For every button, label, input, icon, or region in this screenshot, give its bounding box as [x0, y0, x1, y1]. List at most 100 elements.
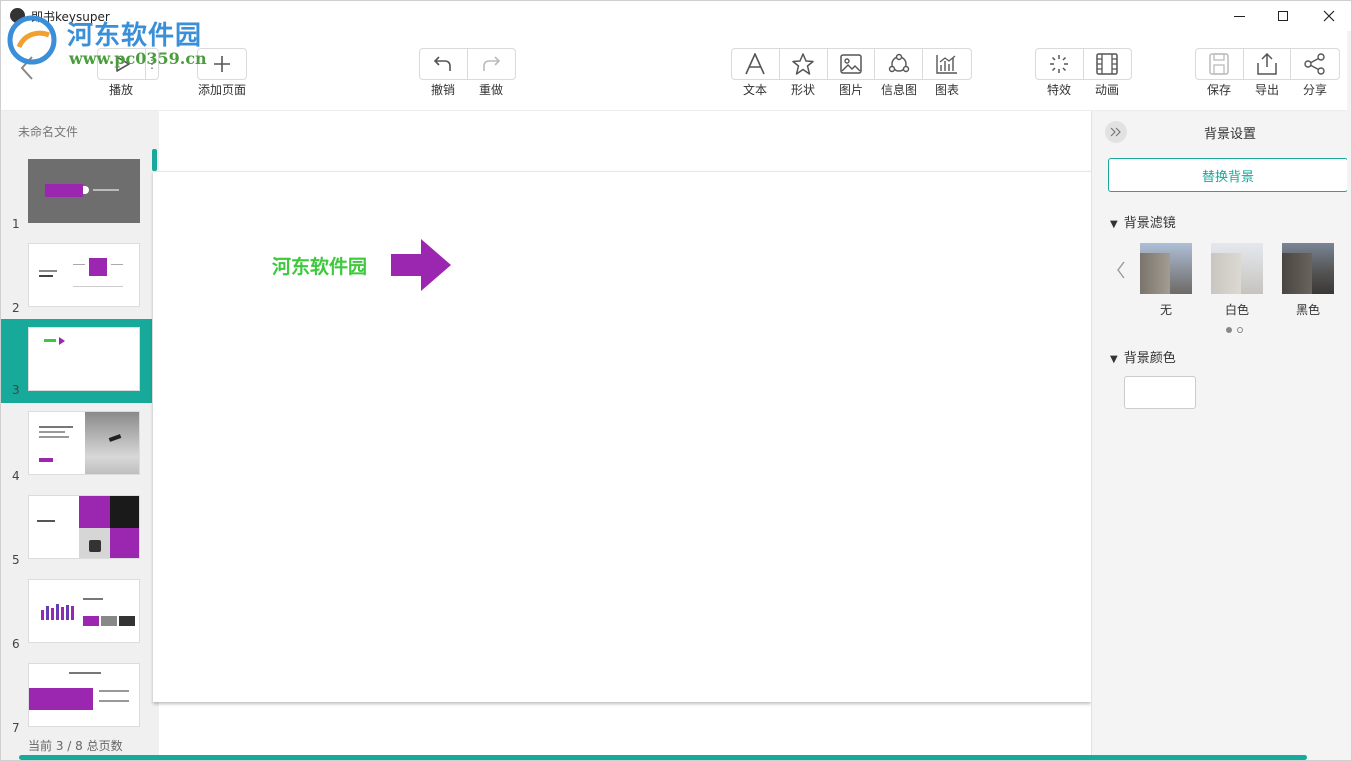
shape-label: 形状 — [790, 83, 815, 97]
filter-preview-image — [1282, 243, 1334, 294]
infographic-button[interactable] — [875, 49, 924, 79]
replace-background-button[interactable]: 替换背景 — [1108, 158, 1348, 192]
minimize-icon — [1233, 15, 1245, 17]
slide-canvas[interactable]: 河东软件园 — [153, 171, 1091, 702]
thumbnail-preview — [28, 495, 140, 559]
canvas-area: 河东软件园 — [153, 111, 1091, 760]
undo-icon — [434, 56, 452, 71]
slide-thumbnail-6[interactable]: 6 — [1, 573, 152, 657]
share-icon — [1304, 53, 1325, 75]
slide-thumbnail-4[interactable]: 4 — [1, 405, 152, 489]
play-label: 播放 — [108, 83, 133, 97]
animation-label: 动画 — [1094, 83, 1119, 97]
vertical-scrollbar-track[interactable] — [1347, 31, 1351, 756]
share-button[interactable] — [1291, 49, 1339, 79]
horizontal-scrollbar[interactable] — [19, 755, 1307, 760]
insert-group — [731, 48, 972, 80]
slide-number: 5 — [12, 553, 20, 567]
film-icon — [1096, 53, 1118, 75]
history-group — [419, 48, 516, 80]
animation-button[interactable] — [1084, 49, 1132, 79]
infographic-label: 信息图 — [880, 83, 917, 97]
filter-label: 白色 — [1224, 303, 1249, 317]
file-group — [1195, 48, 1340, 80]
chevron-left-icon[interactable] — [1116, 261, 1126, 279]
play-button[interactable] — [98, 49, 146, 79]
undo-button[interactable] — [420, 49, 468, 79]
minimize-button[interactable] — [1216, 1, 1262, 31]
title-bar: 即书keysuper — [1, 1, 1351, 31]
pager-dot-active[interactable] — [1226, 327, 1232, 333]
collapse-panel-button[interactable] — [1105, 121, 1127, 143]
filter-preview-image — [1140, 243, 1192, 294]
image-button[interactable] — [828, 49, 876, 79]
star-icon — [792, 53, 814, 75]
slide-thumbnail-2[interactable]: 2 — [1, 237, 152, 321]
add-page-button[interactable] — [198, 49, 246, 79]
filter-white[interactable]: 白色 — [1211, 243, 1263, 318]
effects-label: 特效 — [1046, 83, 1071, 97]
shape-button[interactable] — [780, 49, 828, 79]
slide-number: 1 — [12, 217, 20, 231]
thumbnail-preview — [28, 243, 140, 307]
text-button[interactable] — [732, 49, 780, 79]
thumbnail-preview — [28, 159, 140, 223]
slide-thumbnail-5[interactable]: 5 — [1, 489, 152, 573]
collapse-triangle-icon: ▼ — [1110, 354, 1118, 365]
filter-black[interactable]: 黑色 — [1282, 243, 1334, 318]
toolbar: ⋮ 播放 添加页面 撤销 重做 文本 形状 图片 信息图 图表 特效 动画 保存… — [1, 31, 1351, 111]
document-name[interactable]: 未命名文件 — [18, 123, 78, 140]
right-arrow-shape[interactable] — [391, 239, 453, 291]
filter-label: 无 — [1159, 303, 1172, 317]
slide-thumbnail-3[interactable]: 3 — [1, 319, 152, 403]
chart-icon — [936, 55, 958, 74]
section-title: 背景颜色 — [1123, 351, 1176, 366]
effects-button[interactable] — [1036, 49, 1084, 79]
slides-panel: 未命名文件 1 2 3 4 5 6 7 当前 3 / 8 总页数 — [1, 111, 159, 760]
background-color-picker[interactable] — [1124, 376, 1196, 409]
slide-thumbnail-7[interactable]: 7 — [1, 657, 152, 741]
filter-pager — [1226, 327, 1243, 333]
text-label: 文本 — [742, 83, 767, 97]
back-arrow-icon[interactable] — [19, 55, 35, 81]
filter-none[interactable]: 无 — [1140, 243, 1192, 318]
export-button[interactable] — [1244, 49, 1292, 79]
double-chevron-right-icon — [1110, 127, 1121, 137]
slides-scrollbar[interactable] — [152, 149, 157, 171]
save-button[interactable] — [1196, 49, 1244, 79]
upload-icon — [1257, 53, 1277, 75]
redo-icon — [483, 56, 501, 71]
play-icon — [115, 56, 130, 72]
redo-button[interactable] — [468, 49, 516, 79]
window-title: 即书keysuper — [31, 10, 110, 24]
slide-text-box[interactable]: 河东软件园 — [272, 252, 367, 279]
chart-button[interactable] — [923, 49, 971, 79]
page-status: 当前 3 / 8 总页数 — [28, 739, 123, 753]
share-label: 分享 — [1302, 83, 1327, 97]
panel-title: 背景设置 — [1203, 127, 1256, 142]
play-group: ⋮ — [97, 48, 159, 80]
save-label: 保存 — [1206, 83, 1231, 97]
thumbnail-preview — [28, 579, 140, 643]
background-filter-section[interactable]: ▼ 背景滤镜 — [1110, 212, 1176, 231]
slide-thumbnail-1[interactable]: 1 — [1, 153, 152, 237]
app-window: 即书keysuper ⋮ 播放 添加页面 撤销 重做 文本 形状 图片 信息图 … — [0, 0, 1352, 761]
background-color-section[interactable]: ▼ 背景颜色 — [1110, 347, 1176, 366]
text-icon — [745, 53, 766, 75]
add-page-group — [197, 48, 247, 80]
infographic-icon — [888, 53, 909, 73]
filter-label: 黑色 — [1295, 303, 1320, 317]
slide-number: 7 — [12, 721, 20, 735]
pager-dot[interactable] — [1237, 327, 1243, 333]
export-label: 导出 — [1254, 83, 1279, 97]
slide-number: 4 — [12, 469, 20, 483]
close-button[interactable] — [1306, 1, 1351, 31]
background-settings-panel: 背景设置 替换背景 ▼ 背景滤镜 无 白色 黑色 ▼ 背景颜色 — [1091, 111, 1351, 760]
maximize-button[interactable] — [1260, 1, 1306, 31]
thumbnail-preview — [28, 327, 140, 391]
add-page-label: 添加页面 — [197, 83, 246, 97]
filter-preview-image — [1211, 243, 1263, 294]
collapse-triangle-icon: ▼ — [1110, 219, 1118, 230]
play-options-button[interactable]: ⋮ — [146, 49, 158, 79]
maximize-icon — [1278, 11, 1288, 21]
